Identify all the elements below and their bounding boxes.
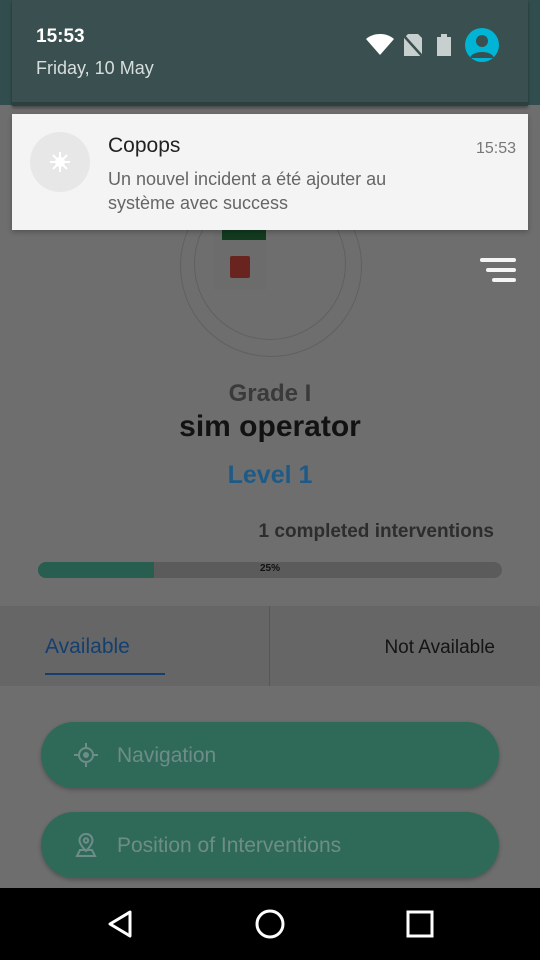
tab-divider — [269, 606, 270, 686]
profile-logo-mark — [230, 256, 250, 278]
positions-button-label: Position of Interventions — [117, 834, 342, 857]
tab-indicator — [45, 673, 165, 675]
tab-available[interactable]: Available — [45, 635, 130, 659]
navigation-button[interactable]: Navigation — [41, 722, 499, 788]
recents-icon[interactable] — [402, 906, 438, 942]
no-sim-icon[interactable] — [403, 34, 423, 57]
wifi-icon[interactable] — [366, 34, 394, 56]
notification-shade: 15:53 Friday, 10 May — [0, 0, 540, 106]
progress-label: 25% — [259, 563, 280, 574]
level-label: Level 1 — [227, 461, 313, 489]
notification-message: Un nouvel incident a été ajouter au syst… — [108, 169, 387, 213]
role-title: sim operator — [179, 410, 361, 443]
notification-app-name: Copops — [108, 134, 181, 157]
status-time: 15:53 — [36, 26, 85, 47]
grade-label: Grade I — [228, 380, 312, 407]
progress-bar: 25% — [38, 562, 502, 578]
back-icon[interactable] — [102, 906, 138, 942]
navigation-button-label: Navigation — [117, 744, 217, 767]
map-pin-icon — [73, 832, 99, 858]
status-date: Friday, 10 May — [36, 58, 154, 78]
app-badge-icon — [30, 132, 90, 192]
account-icon[interactable] — [465, 28, 499, 62]
screen: Grade I sim operator Level 1 1 completed… — [0, 0, 540, 960]
location-target-icon — [73, 742, 99, 768]
notification-time: 15:53 — [475, 140, 516, 157]
notification-card[interactable]: Copops 15:53 Un nouvel incident a été aj… — [12, 114, 528, 230]
home-icon[interactable] — [252, 906, 288, 942]
positions-button[interactable]: Position of Interventions — [41, 812, 499, 878]
tab-not-available[interactable]: Not Available — [384, 637, 495, 659]
availability-tabs: Available Not Available — [0, 606, 540, 686]
battery-icon[interactable] — [437, 34, 451, 56]
profile-logo-header — [222, 230, 266, 240]
completed-interventions: 1 completed interventions — [258, 521, 494, 542]
system-nav-bar — [0, 888, 540, 960]
menu-icon[interactable] — [478, 258, 516, 286]
